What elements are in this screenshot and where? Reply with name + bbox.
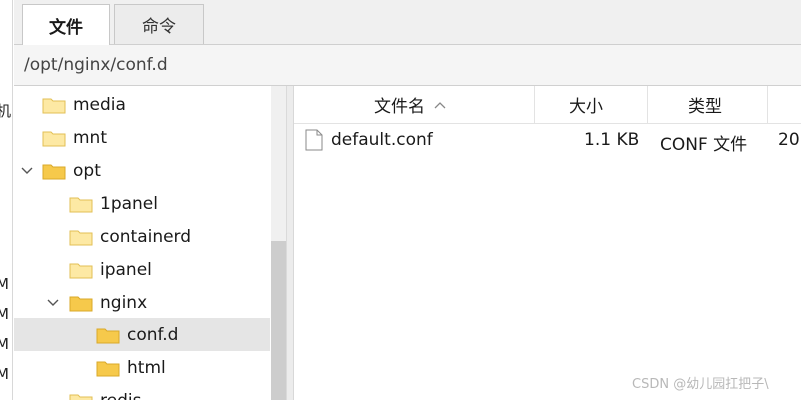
chevron-down-icon[interactable] — [46, 296, 60, 310]
file-type: CONF 文件 — [660, 135, 748, 155]
column-header-name[interactable]: 文件名 — [294, 86, 535, 124]
folder-icon — [69, 263, 93, 279]
file-date: 20 — [778, 130, 800, 150]
table-row[interactable]: default.conf 1.1 KB CONF 文件 20 — [294, 126, 801, 156]
folder-tree: media mnt opt 1panel containerd ipanel n… — [14, 86, 286, 400]
background-text: M — [0, 335, 9, 353]
tree-item-label: containerd — [100, 226, 192, 247]
tab-files[interactable]: 文件 — [22, 4, 110, 45]
tree-item-label: html — [127, 357, 166, 378]
tab-commands[interactable]: 命令 — [114, 4, 204, 44]
chevron-down-icon[interactable] — [20, 164, 34, 178]
column-header-type[interactable]: 类型 — [648, 86, 768, 124]
tab-commands-label: 命令 — [142, 17, 176, 37]
folder-icon — [42, 131, 66, 147]
background-text: M — [0, 365, 9, 383]
tree-item-label: ipanel — [100, 259, 152, 280]
tree-item-1panel[interactable]: 1panel — [14, 187, 270, 220]
path-bar — [14, 45, 801, 86]
background-text: M — [0, 275, 9, 293]
file-list: 文件名 大小 类型 default.conf 1.1 KB CONF 文件 20 — [293, 86, 801, 400]
tree-item-label: redis — [100, 391, 141, 400]
tab-bar: 文件 命令 — [14, 0, 801, 45]
folder-icon — [69, 394, 93, 400]
tree-item-label: media — [73, 94, 126, 115]
tab-files-label: 文件 — [49, 17, 83, 38]
file-name: default.conf — [331, 130, 433, 150]
tree-item-containerd[interactable]: containerd — [14, 220, 270, 253]
tree-item-label: nginx — [100, 292, 148, 313]
folder-icon — [69, 197, 93, 213]
folder-icon — [96, 328, 120, 344]
tree-item-ipanel[interactable]: ipanel — [14, 253, 270, 286]
tree-item-nginx[interactable]: nginx — [14, 286, 270, 319]
tree-item-media[interactable]: media — [14, 88, 270, 121]
path-input[interactable] — [22, 51, 786, 79]
column-header-date[interactable] — [768, 86, 801, 124]
folder-icon — [69, 230, 93, 246]
tree-item-html[interactable]: html — [14, 351, 270, 384]
tree-item-label: conf.d — [127, 324, 179, 345]
folder-icon — [96, 361, 120, 377]
tree-item-label: opt — [73, 160, 101, 181]
column-header-name-label: 文件名 — [374, 97, 425, 117]
background-text: 机 — [0, 102, 12, 120]
background-text: M — [0, 305, 9, 323]
tree-scrollbar-thumb[interactable] — [271, 241, 286, 400]
tree-item-opt[interactable]: opt — [14, 154, 270, 187]
watermark: CSDN @幼儿园扛把子\ — [632, 377, 769, 392]
file-size: 1.1 KB — [584, 130, 640, 150]
background-window-strip: 机 M M M M — [0, 0, 13, 400]
sort-ascending-icon — [434, 101, 446, 108]
column-header-size-label: 大小 — [569, 97, 603, 117]
tree-item-mnt[interactable]: mnt — [14, 121, 270, 154]
column-header-type-label: 类型 — [688, 97, 722, 117]
tree-item-redis[interactable]: redis — [14, 384, 270, 400]
tree-scrollbar[interactable] — [271, 86, 286, 400]
tree-item-label: 1panel — [100, 193, 158, 214]
column-header-size[interactable]: 大小 — [535, 86, 648, 124]
folder-open-icon — [42, 164, 66, 180]
tree-item-label: mnt — [73, 127, 107, 148]
folder-open-icon — [69, 296, 93, 312]
file-icon — [305, 129, 323, 151]
tree-item-conf-d[interactable]: conf.d — [14, 318, 270, 351]
folder-icon — [42, 98, 66, 114]
